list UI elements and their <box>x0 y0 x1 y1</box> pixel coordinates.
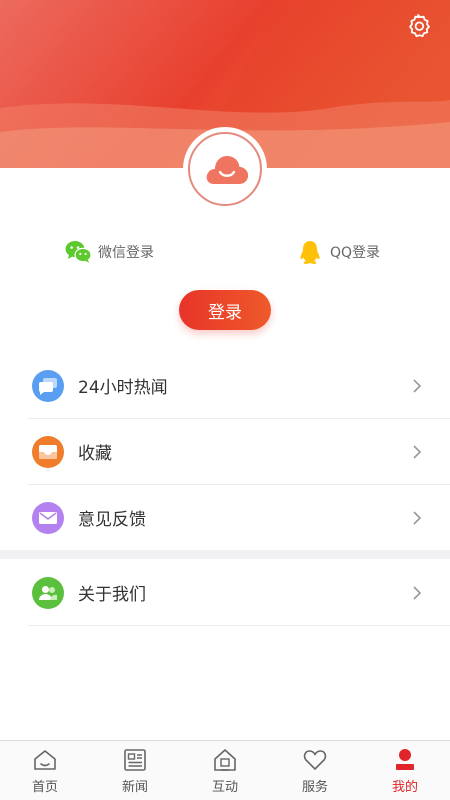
menu-item-label: 收藏 <box>78 444 112 464</box>
user-icon <box>396 749 414 770</box>
chevron-right-icon <box>413 444 422 459</box>
qq-penguin-icon <box>300 241 320 264</box>
qq-login-label: QQ登录 <box>330 245 381 261</box>
avatar[interactable] <box>183 127 267 211</box>
wechat-login-label: 微信登录 <box>98 245 154 261</box>
bottom-tab-bar: 首页 新闻 互动 服务 我的 <box>0 740 450 800</box>
chat-bubble-icon <box>32 369 64 402</box>
heart-icon <box>303 750 327 770</box>
tab-home[interactable]: 首页 <box>0 741 90 800</box>
wechat-icon <box>65 241 92 263</box>
login-button[interactable]: 登录 <box>179 290 271 330</box>
wechat-login[interactable]: 微信登录 <box>64 238 154 266</box>
tab-label: 服务 <box>301 780 328 795</box>
menu-item-label: 24小时热闻 <box>78 378 168 398</box>
menu-item-label: 关于我们 <box>78 585 146 605</box>
tab-label: 新闻 <box>121 780 148 795</box>
chevron-right-icon <box>413 585 422 600</box>
menu-item-hot-news[interactable]: 24小时热闻 <box>28 353 450 419</box>
qq-login[interactable]: QQ登录 <box>296 238 380 266</box>
settings-button[interactable] <box>404 12 432 40</box>
newspaper-icon <box>124 749 146 771</box>
interact-house-icon <box>214 749 236 771</box>
menu-item-label: 意见反馈 <box>78 510 146 530</box>
tab-label: 互动 <box>211 780 238 795</box>
section-divider <box>0 550 450 559</box>
home-icon <box>34 750 56 770</box>
menu-item-about-us[interactable]: 关于我们 <box>28 560 450 626</box>
gear-icon <box>409 14 430 38</box>
menu-item-favorites[interactable]: 收藏 <box>28 419 450 485</box>
menu-item-feedback[interactable]: 意见反馈 <box>28 485 450 551</box>
tab-label: 我的 <box>391 780 418 795</box>
mail-icon <box>32 501 64 534</box>
tab-mine[interactable]: 我的 <box>360 741 450 800</box>
tab-label: 首页 <box>31 780 58 795</box>
cloud-smile-icon <box>206 156 249 184</box>
tab-interact[interactable]: 互动 <box>180 741 270 800</box>
avatar-frame <box>188 132 262 206</box>
tab-service[interactable]: 服务 <box>270 741 360 800</box>
tab-news[interactable]: 新闻 <box>90 741 180 800</box>
chevron-right-icon <box>413 378 422 393</box>
users-icon <box>32 576 64 609</box>
chevron-right-icon <box>413 510 422 525</box>
inbox-icon <box>32 435 64 468</box>
